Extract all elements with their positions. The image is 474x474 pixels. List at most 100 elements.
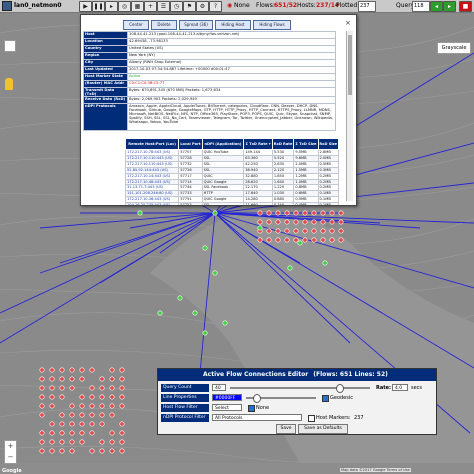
host-marker-red[interactable]	[302, 228, 308, 234]
host-marker-red[interactable]	[99, 421, 105, 427]
host-marker-red[interactable]	[275, 219, 281, 225]
flow-column-header[interactable]: RxD Size	[317, 138, 339, 150]
query-count-slider[interactable]	[230, 387, 370, 389]
host-marker-red[interactable]	[59, 448, 65, 454]
host-marker-red[interactable]	[39, 439, 45, 445]
settings-button[interactable]: ⚙	[196, 1, 209, 12]
host-marker-red[interactable]	[59, 385, 65, 391]
host-marker-red[interactable]	[293, 237, 299, 243]
host-marker-red[interactable]	[89, 394, 95, 400]
host-marker-red[interactable]	[39, 448, 45, 454]
host-marker-red[interactable]	[79, 367, 85, 373]
host-marker-red[interactable]	[119, 430, 125, 436]
host-marker-red[interactable]	[311, 219, 317, 225]
host-marker-red[interactable]	[69, 448, 75, 454]
host-marker-red[interactable]	[69, 430, 75, 436]
host-marker-red[interactable]	[39, 367, 45, 373]
host-marker-red[interactable]	[49, 376, 55, 382]
host-marker-red[interactable]	[119, 421, 125, 427]
host-marker-green[interactable]	[222, 320, 228, 326]
host-marker-red[interactable]	[275, 237, 281, 243]
host-marker-red[interactable]	[69, 376, 75, 382]
zoom-in-button[interactable]: +	[5, 441, 16, 452]
host-marker-red[interactable]	[338, 210, 344, 216]
street-view-icon[interactable]	[5, 78, 13, 90]
host-marker-red[interactable]	[99, 412, 105, 418]
flow-column-header[interactable]: Σ TxD Rate ▾	[243, 138, 273, 150]
host-marker-red[interactable]	[39, 394, 45, 400]
add-button[interactable]: +	[144, 1, 157, 12]
host-marker-red[interactable]	[89, 367, 95, 373]
host-marker-red[interactable]	[69, 439, 75, 445]
host-marker-green[interactable]	[177, 295, 183, 301]
ndpi-filter-select[interactable]: All Protocols	[212, 414, 302, 421]
host-marker-red[interactable]	[79, 439, 85, 445]
host-marker-red[interactable]	[338, 219, 344, 225]
host-marker-red[interactable]	[119, 439, 125, 445]
query-count-slider-knob[interactable]	[336, 384, 344, 393]
host-marker-red[interactable]	[119, 367, 125, 373]
host-marker-red[interactable]	[89, 403, 95, 409]
host-marker-red[interactable]	[89, 430, 95, 436]
host-marker-red[interactable]	[39, 376, 45, 382]
host-marker-red[interactable]	[59, 430, 65, 436]
tab-hiding-host[interactable]: Hiding Host	[215, 20, 251, 30]
host-markers-checkbox[interactable]	[308, 415, 315, 422]
tab-hiding-flows[interactable]: Hiding Flows	[253, 20, 291, 30]
host-marker-red[interactable]	[79, 394, 85, 400]
host-marker-red[interactable]	[109, 448, 115, 454]
host-marker-red[interactable]	[338, 237, 344, 243]
host-flow-filter-select[interactable]: Select	[212, 404, 242, 411]
host-marker-green[interactable]	[212, 270, 218, 276]
host-marker-red[interactable]	[59, 376, 65, 382]
host-marker-red[interactable]	[320, 210, 326, 216]
host-marker-red[interactable]	[320, 219, 326, 225]
host-marker-red[interactable]	[109, 403, 115, 409]
host-marker-green[interactable]	[257, 225, 263, 231]
host-marker-red[interactable]	[329, 210, 335, 216]
zoom-control[interactable]: + −	[4, 440, 17, 464]
host-marker-green[interactable]	[202, 245, 208, 251]
scrollbar-thumb[interactable]	[348, 35, 352, 95]
flow-column-header[interactable]: nDPI (Application)	[201, 138, 245, 150]
host-marker-red[interactable]	[311, 210, 317, 216]
host-marker-red[interactable]	[109, 430, 115, 436]
geodesic-checkbox[interactable]	[322, 395, 329, 402]
host-marker-red[interactable]	[284, 228, 290, 234]
host-marker-red[interactable]	[49, 448, 55, 454]
host-marker-red[interactable]	[320, 228, 326, 234]
host-marker-red[interactable]	[311, 228, 317, 234]
host-marker-red[interactable]	[119, 376, 125, 382]
host-marker-red[interactable]	[59, 394, 65, 400]
host-marker-red[interactable]	[109, 385, 115, 391]
host-marker-red[interactable]	[257, 219, 263, 225]
host-marker-red[interactable]	[49, 421, 55, 427]
host-marker-red[interactable]	[257, 210, 263, 216]
step-button[interactable]: ▸	[105, 1, 118, 12]
host-marker-red[interactable]	[99, 394, 105, 400]
rate-input[interactable]: 4.0	[392, 384, 408, 391]
line-color-input[interactable]: #0000FF	[212, 394, 242, 401]
host-marker-red[interactable]	[49, 430, 55, 436]
host-marker-red[interactable]	[275, 228, 281, 234]
host-marker-red[interactable]	[109, 376, 115, 382]
host-marker-red[interactable]	[109, 367, 115, 373]
host-marker-red[interactable]	[329, 228, 335, 234]
host-marker-red[interactable]	[302, 219, 308, 225]
host-marker-red[interactable]	[99, 376, 105, 382]
host-marker-red[interactable]	[320, 237, 326, 243]
host-marker-red[interactable]	[79, 412, 85, 418]
tab-spread[interactable]: Spread (36)	[179, 20, 213, 30]
host-marker-red[interactable]	[79, 421, 85, 427]
tab-center[interactable]: Center	[123, 20, 149, 30]
host-marker-green[interactable]	[297, 240, 303, 246]
none-checkbox[interactable]	[248, 405, 255, 412]
host-marker-red[interactable]	[99, 385, 105, 391]
popup-scrollbar[interactable]	[346, 31, 353, 201]
list-button[interactable]: ☰	[157, 1, 170, 12]
host-marker-red[interactable]	[49, 394, 55, 400]
save-button[interactable]: Save	[276, 424, 296, 434]
host-marker-red[interactable]	[109, 394, 115, 400]
host-marker-red[interactable]	[119, 403, 125, 409]
flow-column-header[interactable]: Remote Host:Port (Loc)	[124, 138, 180, 150]
